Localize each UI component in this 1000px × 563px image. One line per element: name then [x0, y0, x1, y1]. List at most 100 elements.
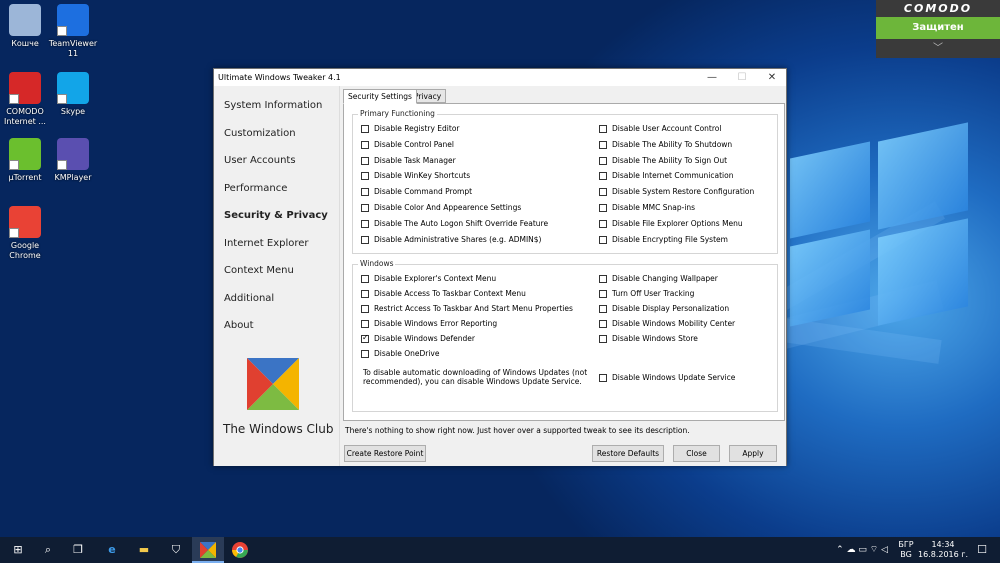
checkbox-box[interactable] [599, 320, 607, 328]
checkbox-box[interactable] [361, 305, 369, 313]
file-explorer-icon[interactable]: ▬ [128, 537, 160, 563]
edge-icon[interactable]: e [96, 537, 128, 563]
checkbox-box[interactable] [361, 172, 369, 181]
comodo-widget[interactable]: COMODO Защитен ﹀ [876, 0, 1000, 58]
checkbox-box[interactable] [361, 125, 369, 133]
restore-defaults-button[interactable]: Restore Defaults [592, 445, 664, 462]
checkbox-item[interactable]: Disable User Account Control [599, 124, 799, 134]
checkbox-label: Disable WinKey Shortcuts [374, 171, 471, 181]
checkbox-item[interactable]: Disable Windows Error Reporting [361, 319, 561, 329]
checkbox-item[interactable]: Disable The Ability To Sign Out [599, 156, 799, 166]
checkbox-box[interactable] [361, 333, 369, 343]
apply-button[interactable]: Apply [729, 445, 777, 462]
desktop-icon[interactable]: Skype [48, 72, 98, 117]
create-restore-point-button[interactable]: Create Restore Point [344, 445, 426, 462]
checkbox-update-service[interactable]: Disable Windows Update Service [599, 373, 769, 383]
checkbox-item[interactable]: Disable WinKey Shortcuts [361, 171, 561, 181]
checkbox-box[interactable] [599, 188, 607, 197]
sidebar-item[interactable]: Internet Explorer [224, 238, 309, 249]
shortcut-arrow-icon [57, 160, 67, 170]
checkbox-item[interactable]: Disable Color And Appearence Settings [361, 203, 561, 213]
checkbox-box[interactable] [599, 204, 607, 212]
checkbox-box[interactable] [361, 219, 369, 228]
close-window-button[interactable]: ✕ [758, 69, 786, 86]
checkbox-box[interactable] [599, 156, 607, 165]
desktop-icon[interactable]: Кошче [0, 4, 50, 49]
checkbox-item[interactable]: Disable File Explorer Options Menu [599, 219, 799, 229]
notifications-icon[interactable]: ☐ [970, 537, 994, 563]
desktop-icon[interactable]: TeamViewer 11 [48, 4, 98, 59]
comodo-icon [9, 72, 41, 104]
checkbox-item[interactable]: Disable System Restore Configuration [599, 187, 799, 197]
checkbox-item[interactable]: Disable Windows Store [599, 334, 799, 344]
search-icon[interactable]: ⌕ [32, 537, 64, 563]
checkbox-box[interactable] [599, 235, 607, 244]
checkbox-item[interactable]: Disable Display Personalization [599, 304, 799, 314]
language-indicator[interactable]: БГР BG [896, 537, 916, 563]
checkbox-box[interactable] [361, 320, 369, 328]
checkbox-box[interactable] [599, 374, 607, 382]
checkbox-box[interactable] [361, 275, 369, 283]
checkbox-item[interactable]: Turn Off User Tracking [599, 289, 799, 299]
checkbox-item[interactable]: Disable Internet Communication [599, 171, 799, 181]
checkbox-box[interactable] [599, 125, 607, 133]
checkbox-box[interactable] [361, 156, 369, 165]
chrome-taskbar-button[interactable] [224, 537, 256, 563]
clock[interactable]: 14:34 16.8.2016 г. [918, 537, 968, 563]
checkbox-item[interactable]: Disable Explorer's Context Menu [361, 274, 561, 284]
system-tray-icons[interactable]: ⌃ ☁ ▭ ⌔ ◁ [830, 537, 894, 563]
checkbox-box[interactable] [599, 290, 607, 298]
checkbox-item[interactable]: Disable Registry Editor [361, 124, 561, 134]
close-button[interactable]: Close [673, 445, 720, 462]
checkbox-item[interactable]: Disable The Ability To Shutdown [599, 140, 799, 150]
checkbox-box[interactable] [599, 275, 607, 283]
desktop-icon[interactable]: KMPlayer [48, 138, 98, 183]
checkbox-item[interactable]: Disable Task Manager [361, 156, 561, 166]
store-icon[interactable]: ⛉ [160, 537, 192, 563]
checkbox-item[interactable]: Disable The Auto Logon Shift Override Fe… [361, 219, 561, 229]
tab-security-settings[interactable]: Security Settings [343, 89, 417, 104]
maximize-button[interactable]: ☐ [728, 69, 756, 86]
title-bar[interactable]: Ultimate Windows Tweaker 4.1 — ☐ ✕ [214, 69, 786, 86]
checkbox-box[interactable] [599, 335, 607, 343]
checkbox-item[interactable]: Disable Administrative Shares (e.g. ADMI… [361, 235, 561, 245]
checkbox-item[interactable]: Disable MMC Snap-ins [599, 203, 799, 213]
checkbox-item[interactable]: Disable Encrypting File System [599, 235, 799, 245]
desktop-icon[interactable]: µTorrent [0, 138, 50, 183]
comodo-status[interactable]: Защитен [876, 17, 1000, 39]
checkbox-box[interactable] [361, 204, 369, 212]
checkbox-item[interactable]: Disable OneDrive [361, 349, 561, 359]
checkbox-item[interactable]: Restrict Access To Taskbar And Start Men… [361, 304, 573, 314]
sidebar-item[interactable]: Customization [224, 128, 296, 139]
checkbox-item[interactable]: Disable Changing Wallpaper [599, 274, 799, 284]
uwt-taskbar-button[interactable] [192, 537, 224, 563]
checkbox-box[interactable] [599, 219, 607, 228]
checkbox-box[interactable] [361, 235, 369, 244]
desktop-icon[interactable]: COMODO Internet ... [0, 72, 50, 127]
sidebar-item[interactable]: User Accounts [224, 155, 296, 166]
sidebar-item[interactable]: Security & Privacy [224, 210, 328, 221]
checkbox-item[interactable]: Disable Control Panel [361, 140, 561, 150]
checkbox-box[interactable] [361, 188, 369, 197]
sidebar-item[interactable]: System Information [224, 100, 322, 111]
sidebar-item[interactable]: About [224, 320, 254, 331]
checkbox-item[interactable]: Disable Command Prompt [361, 187, 561, 197]
checkbox-box[interactable] [599, 172, 607, 181]
checkbox-box[interactable] [361, 140, 369, 149]
chevron-down-icon[interactable]: ﹀ [876, 39, 1000, 58]
sidebar-item[interactable]: Additional [224, 293, 274, 304]
checkbox-box[interactable] [361, 350, 369, 358]
checkbox-box[interactable] [599, 305, 607, 313]
sidebar-item[interactable]: Context Menu [224, 265, 294, 276]
minimize-button[interactable]: — [698, 69, 726, 86]
sidebar-item[interactable]: Performance [224, 183, 287, 194]
checkbox-box[interactable] [361, 290, 369, 298]
task-view-icon[interactable]: ❐ [62, 537, 94, 563]
checkbox-box[interactable] [599, 140, 607, 149]
checkbox-item[interactable]: Disable Windows Mobility Center [599, 319, 799, 329]
checkbox-item[interactable]: Disable Windows Defender [361, 333, 561, 344]
shortcut-arrow-icon [57, 26, 67, 36]
start-icon[interactable]: ⊞ [2, 537, 34, 563]
desktop-icon[interactable]: Google Chrome [0, 206, 50, 261]
checkbox-item[interactable]: Disable Access To Taskbar Context Menu [361, 289, 561, 299]
